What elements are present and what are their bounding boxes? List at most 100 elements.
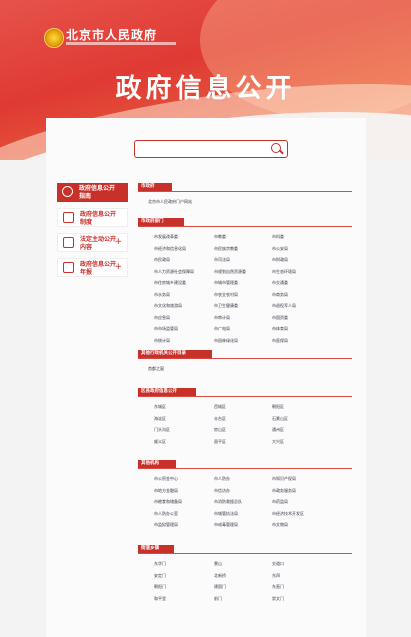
link-item[interactable]: 市消防救援总队 (214, 499, 242, 504)
link-item[interactable]: 市药监局 (272, 499, 288, 504)
sidebar-item-2[interactable]: 政府信息公开制度 (57, 208, 128, 227)
link-item[interactable]: 崇文门 (272, 596, 284, 601)
link-item[interactable]: 北新桥 (214, 573, 226, 578)
link-item[interactable]: 市文物局 (272, 522, 288, 527)
national-emblem-icon[interactable] (44, 28, 64, 48)
link-item[interactable]: 市人力资源社会保障局 (154, 269, 194, 274)
section-header: 区县政府信息公开 (138, 388, 196, 396)
link-item[interactable]: 东四 (272, 573, 280, 578)
link-item[interactable]: 市农业农村局 (214, 292, 238, 297)
link-item[interactable]: 北京市人民政府门户网站 (148, 199, 192, 204)
sidebar-item-label: 法定主动公开内容 (80, 236, 117, 251)
expand-plus-icon[interactable]: + (114, 263, 122, 272)
document-icon (63, 262, 74, 273)
sidebar-item-label: 政府信息公开制度 (80, 211, 117, 226)
link-item[interactable]: 市水务局 (154, 292, 170, 297)
sidebar-item-1[interactable]: 政府信息公开指南 (57, 183, 128, 202)
link-item[interactable]: 市教委 (214, 234, 226, 239)
link-item[interactable]: 市应急局 (154, 315, 170, 320)
site-name[interactable]: 北京市人民政府 (66, 26, 157, 43)
link-item[interactable]: 市人防办公室 (154, 511, 178, 516)
link-item[interactable]: 昌平区 (214, 439, 226, 444)
document-icon (63, 237, 74, 248)
link-item[interactable]: 门头沟区 (154, 427, 170, 432)
link-item[interactable]: 景山 (214, 561, 222, 566)
link-item[interactable]: 石景山区 (272, 416, 288, 421)
link-item[interactable]: 市城管执法局 (214, 511, 238, 516)
link-item[interactable]: 市商务局 (272, 292, 288, 297)
link-item[interactable]: 市科委 (272, 234, 284, 239)
section-divider (138, 191, 352, 192)
link-item[interactable]: 安定门 (154, 573, 166, 578)
link-item[interactable]: 市政务服务局 (272, 488, 296, 493)
link-item[interactable]: 市体育局 (272, 326, 288, 331)
link-item[interactable]: 市文化和旅游局 (154, 303, 182, 308)
search-icon[interactable] (271, 143, 281, 153)
sidebar-item-3[interactable]: 法定主动公开内容 + (57, 233, 128, 252)
link-item[interactable]: 东直门 (272, 584, 284, 589)
link-item[interactable]: 和平里 (154, 596, 166, 601)
link-item[interactable]: 市医保局 (272, 338, 288, 343)
link-item[interactable]: 市人防办 (214, 476, 230, 481)
search-input[interactable] (134, 140, 288, 158)
link-item[interactable]: 首都之窗 (148, 366, 164, 371)
link-item[interactable]: 交道口 (272, 561, 284, 566)
section-header: 其他机构 (138, 460, 176, 468)
link-item[interactable]: 市民政局 (154, 257, 170, 262)
link-item[interactable]: 通州区 (272, 427, 284, 432)
link-item[interactable]: 丰台区 (214, 416, 226, 421)
link-item[interactable]: 西城区 (214, 404, 226, 409)
link-item[interactable]: 市信访办 (214, 488, 230, 493)
link-item[interactable]: 市广电局 (214, 326, 230, 331)
link-item[interactable]: 东华门 (154, 561, 166, 566)
link-item[interactable]: 市住房城乡建设委 (154, 280, 186, 285)
link-item[interactable]: 前门 (214, 596, 222, 601)
link-item[interactable]: 大兴区 (272, 439, 284, 444)
link-item[interactable]: 市审计局 (214, 315, 230, 320)
link-item[interactable]: 东城区 (154, 404, 166, 409)
link-item[interactable]: 市戒毒管理局 (214, 522, 238, 527)
expand-plus-icon[interactable]: + (114, 238, 122, 247)
link-item[interactable]: 房山区 (214, 427, 226, 432)
link-item[interactable]: 市城市管理委 (214, 280, 238, 285)
link-item[interactable]: 海淀区 (154, 416, 166, 421)
section-divider (138, 468, 352, 469)
link-item[interactable]: 朝阳区 (272, 404, 284, 409)
link-item[interactable]: 市统计局 (154, 338, 170, 343)
link-item[interactable]: 市公安局 (272, 246, 288, 251)
sidebar-item-label: 政府信息公开指南 (79, 185, 116, 200)
link-item[interactable]: 市司法局 (214, 257, 230, 262)
sidebar-item-label: 政府信息公开年报 (80, 261, 117, 276)
link-item[interactable]: 市民族宗教委 (214, 246, 238, 251)
link-item[interactable]: 市知识产权局 (272, 476, 296, 481)
section-header: 市政府 (138, 183, 172, 191)
link-item[interactable]: 市监狱管理局 (154, 522, 178, 527)
link-item[interactable]: 市规划自然资源委 (214, 269, 246, 274)
sidebar-item-4[interactable]: 政府信息公开年报 + (57, 258, 128, 277)
link-item[interactable]: 建国门 (214, 584, 226, 589)
section-header: 市政府部门 (138, 218, 184, 226)
link-item[interactable]: 顺义区 (154, 439, 166, 444)
link-item[interactable]: 市国资委 (272, 315, 288, 320)
link-item[interactable]: 市退役军人局 (272, 303, 296, 308)
link-item[interactable]: 市地方金融局 (154, 488, 178, 493)
link-item[interactable]: 市公积金中心 (154, 476, 178, 481)
link-item[interactable]: 朝阳门 (154, 584, 166, 589)
section-divider (138, 396, 352, 397)
link-item[interactable]: 市园林绿化局 (214, 338, 238, 343)
section-divider (138, 226, 352, 227)
link-item[interactable]: 市经济技术开发区 (272, 511, 304, 516)
link-item[interactable]: 市财政局 (272, 257, 288, 262)
link-item[interactable]: 市卫生健康委 (214, 303, 238, 308)
link-item[interactable]: 市市场监管局 (154, 326, 178, 331)
section-header: 街道乡镇 (138, 545, 174, 553)
link-item[interactable]: 市经济和信息化局 (154, 246, 186, 251)
document-icon (63, 212, 74, 223)
link-item[interactable]: 市交通委 (272, 280, 288, 285)
link-item[interactable]: 市生态环境局 (272, 269, 296, 274)
link-item[interactable]: 市粮食和储备局 (154, 499, 182, 504)
section-divider (138, 553, 352, 554)
page-title: 政府信息公开 (115, 74, 296, 104)
section-header: 其他行政机关公开目录 (138, 350, 212, 358)
link-item[interactable]: 市发展改革委 (154, 234, 178, 239)
